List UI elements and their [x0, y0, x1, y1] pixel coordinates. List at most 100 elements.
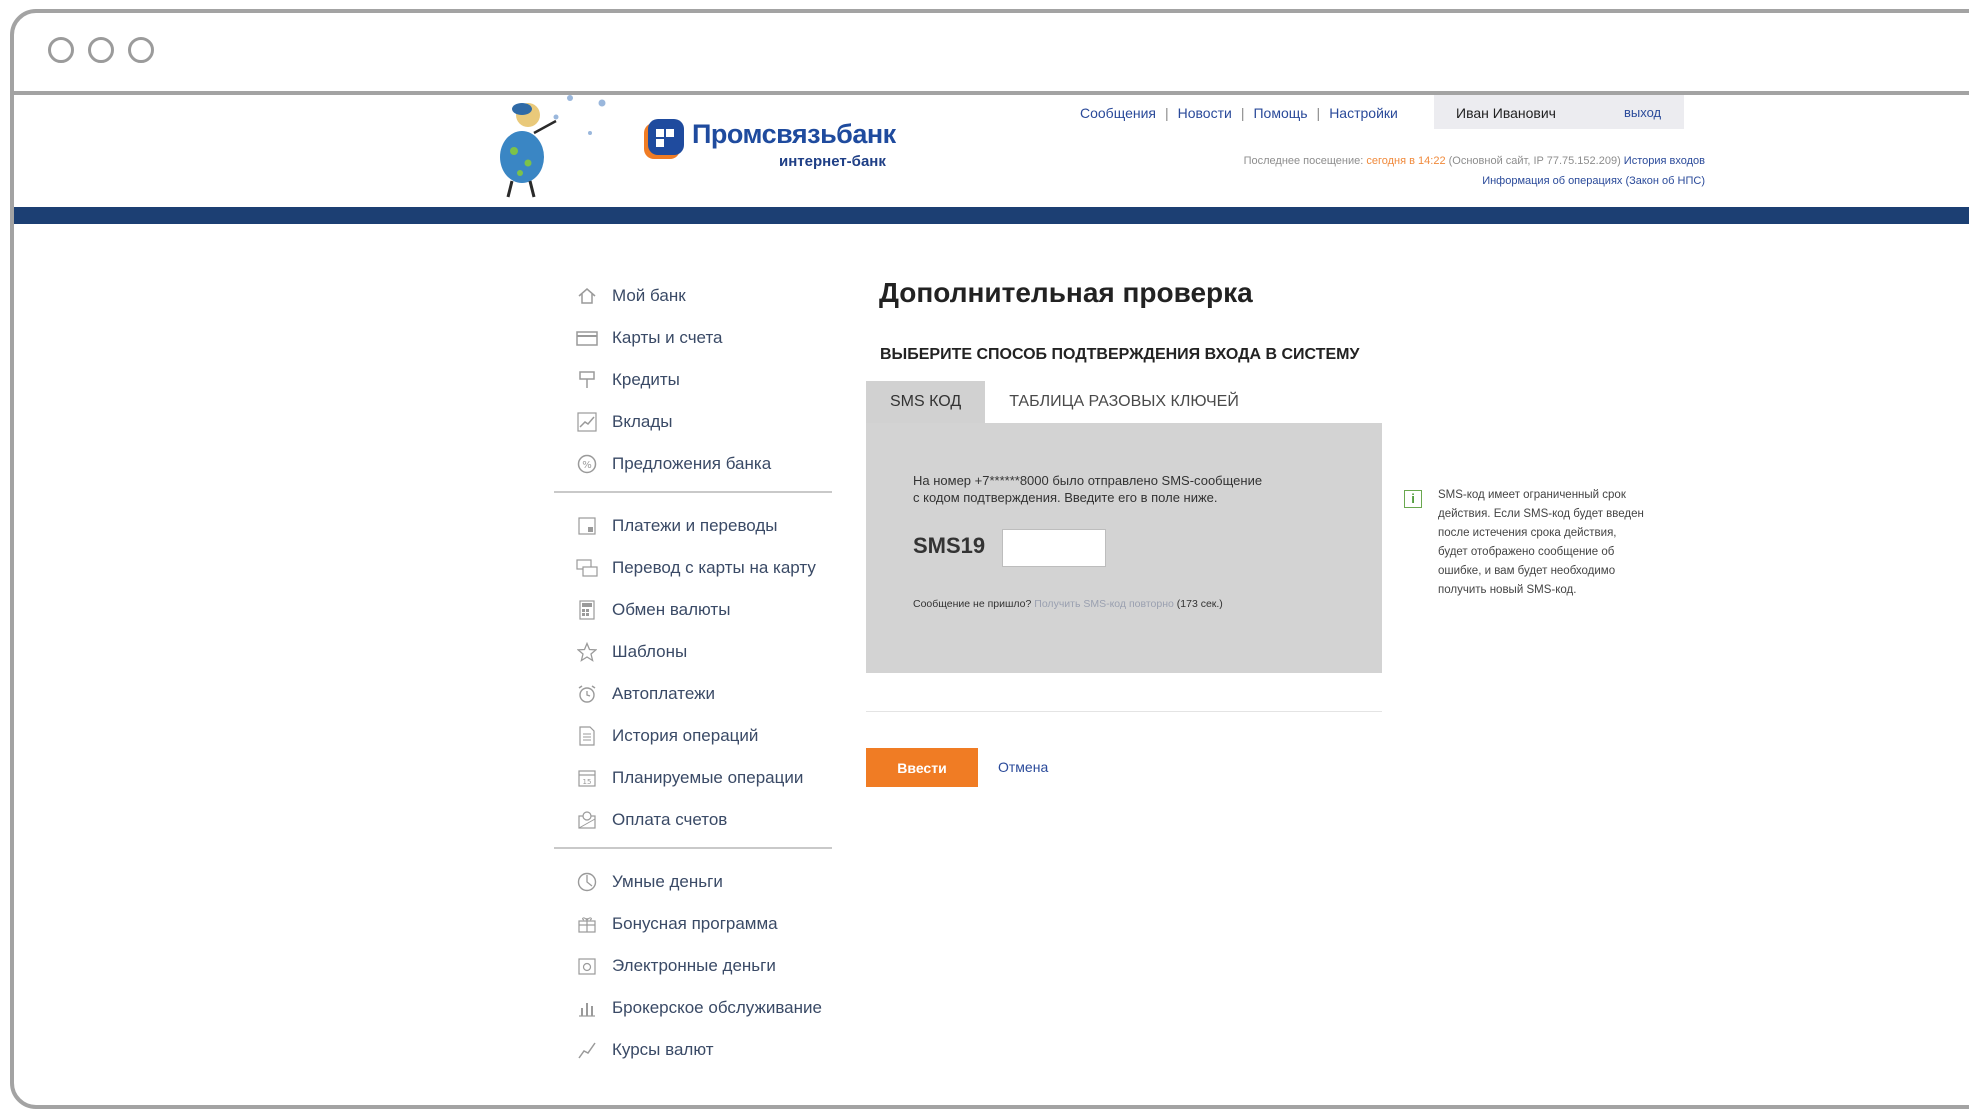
sidebar-item-deposits[interactable]: Вклады: [554, 401, 844, 443]
verification-tabs: SMS КОД ТАБЛИЦА РАЗОВЫХ КЛЮЧЕЙ: [866, 381, 1263, 423]
sms-message-line1: На номер +7******8000 было отправлено SM…: [913, 473, 1263, 488]
sidebar-divider: [554, 847, 832, 849]
sidebar-item-smart-money[interactable]: Умные деньги: [554, 861, 844, 903]
sms-code-label: SMS19: [913, 533, 986, 558]
resend-timer: (173 сек.): [1176, 598, 1223, 610]
sidebar-item-bonus[interactable]: Бонусная программа: [554, 903, 844, 945]
nav-help-link[interactable]: Помощь: [1253, 105, 1307, 121]
bank-name: Промсвязьбанк: [692, 119, 896, 149]
sms-code-input[interactable]: [1002, 529, 1106, 567]
header-bar: [14, 207, 1969, 224]
info-line: ошибке, и вам будет необходимо: [1438, 565, 1616, 577]
sidebar-item-label: История операций: [612, 726, 759, 745]
card-transfer-icon: [576, 557, 598, 579]
line-chart-icon: [576, 1039, 598, 1061]
window-minimize-button[interactable]: [88, 37, 114, 63]
document-icon: [576, 725, 598, 747]
info-line: SMS-код имеет ограниченный срок: [1438, 489, 1626, 501]
sidebar-item-currency-exchange[interactable]: Обмен валюты: [554, 589, 844, 631]
info-line: получить новый SMS-код.: [1438, 584, 1577, 596]
submit-button[interactable]: Ввести: [866, 748, 978, 787]
user-box: Иван Иванович выход: [1434, 95, 1684, 129]
sidebar-item-offers[interactable]: % Предложения банка: [554, 443, 844, 485]
sidebar-item-label: Перевод с карты на карту: [612, 558, 816, 577]
sidebar-item-label: Планируемые операции: [612, 768, 804, 787]
percent-icon: %: [576, 453, 598, 475]
sidebar-item-label: Бонусная программа: [612, 914, 778, 933]
home-icon: [576, 285, 598, 307]
info-line: действия. Если SMS-код будет введен: [1438, 508, 1644, 520]
calendar-icon: 15: [576, 767, 598, 789]
sidebar-item-currency-rates[interactable]: Курсы валют: [554, 1029, 844, 1071]
window-close-button[interactable]: [48, 37, 74, 63]
sidebar-item-autopayments[interactable]: Автоплатежи: [554, 673, 844, 715]
sidebar-divider: [554, 491, 832, 493]
sidebar-item-label: Вклады: [612, 412, 673, 431]
sidebar-menu: Мой банк Карты и счета Кредиты Вклады % П…: [554, 275, 844, 1071]
operations-info-link[interactable]: Информация об операциях (Закон об НПС): [1482, 175, 1705, 187]
sidebar-item-e-money[interactable]: Электронные деньги: [554, 945, 844, 987]
browser-window: Промсвязьбанк интернет-банк Сообщения | Но…: [10, 9, 1969, 1109]
wallet-icon: [576, 955, 598, 977]
section-subtitle: ВЫБЕРИТЕ СПОСОБ ПОДТВЕРЖДЕНИЯ ВХОДА В СИ…: [880, 346, 1360, 363]
window-maximize-button[interactable]: [128, 37, 154, 63]
sidebar-item-my-bank[interactable]: Мой банк: [554, 275, 844, 317]
sms-info-note: SMS-код имеет ограниченный срок действия…: [1438, 486, 1678, 600]
svg-text:15: 15: [583, 778, 592, 786]
nav-messages-link[interactable]: Сообщения: [1080, 105, 1156, 121]
resend-sms-link[interactable]: Получить SMS-код повторно: [1034, 598, 1174, 610]
payment-icon: [576, 515, 598, 537]
sidebar-item-label: Электронные деньги: [612, 956, 776, 975]
resend-row: Сообщение не пришло? Получить SMS-код по…: [913, 598, 1223, 610]
sidebar-item-cards[interactable]: Карты и счета: [554, 317, 844, 359]
last-visit-time: сегодня в 14:22: [1366, 155, 1446, 167]
sidebar-item-label: Предложения банка: [612, 454, 772, 473]
browser-titlebar: [14, 13, 1969, 95]
sidebar-item-credits[interactable]: Кредиты: [554, 359, 844, 401]
sidebar-item-label: Кредиты: [612, 370, 680, 389]
calculator-icon: [576, 599, 598, 621]
sidebar-item-label: Платежи и переводы: [612, 516, 778, 535]
sidebar-item-label: Оплата счетов: [612, 810, 728, 829]
sms-message-line2: с кодом подтверждения. Введите его в пол…: [913, 490, 1218, 505]
page-title: Дополнительная проверка: [879, 277, 1253, 308]
sidebar-item-label: Автоплатежи: [612, 684, 715, 703]
sidebar-item-history[interactable]: История операций: [554, 715, 844, 757]
alarm-clock-icon: [576, 683, 598, 705]
sidebar-item-label: Курсы валют: [612, 1040, 714, 1059]
sidebar-item-bills[interactable]: Оплата счетов: [554, 799, 844, 841]
logout-link[interactable]: выход: [1624, 105, 1661, 120]
sidebar-item-label: Умные деньги: [612, 872, 723, 891]
sidebar-item-templates[interactable]: Шаблоны: [554, 631, 844, 673]
sidebar-item-label: Карты и счета: [612, 328, 723, 347]
bill-icon: [576, 809, 598, 831]
credit-icon: [576, 369, 598, 391]
sidebar-item-payments[interactable]: Платежи и переводы: [554, 505, 844, 547]
info-icon: i: [1404, 490, 1422, 508]
sidebar-item-brokerage[interactable]: Брокерское обслуживание: [554, 987, 844, 1029]
divider: [866, 711, 1382, 712]
last-visit-details: (Основной сайт, IP 77.75.152.209): [1445, 155, 1624, 167]
mascot-illustration: [500, 95, 606, 198]
sidebar-item-label: Брокерское обслуживание: [612, 998, 822, 1017]
sidebar-item-label: Обмен валюты: [612, 600, 731, 619]
tab-one-time-keys[interactable]: ТАБЛИЦА РАЗОВЫХ КЛЮЧЕЙ: [985, 381, 1263, 423]
top-navigation: Сообщения | Новости | Помощь | Настройки: [1080, 105, 1398, 121]
resend-prefix: Сообщение не пришло?: [913, 598, 1035, 610]
nav-settings-link[interactable]: Настройки: [1329, 105, 1398, 121]
cancel-link[interactable]: Отмена: [998, 759, 1048, 775]
sidebar-item-card-transfer[interactable]: Перевод с карты на карту: [554, 547, 844, 589]
tab-sms-code[interactable]: SMS КОД: [866, 381, 986, 423]
info-line: после истечения срока действия,: [1438, 527, 1617, 539]
pie-clock-icon: [576, 871, 598, 893]
bank-logo-icon: [644, 119, 684, 159]
sidebar-item-planned[interactable]: 15 Планируемые операции: [554, 757, 844, 799]
sms-panel: На номер +7******8000 было отправлено SM…: [866, 423, 1382, 673]
user-name[interactable]: Иван Иванович: [1456, 105, 1556, 121]
page: Промсвязьбанк интернет-банк Сообщения | Но…: [14, 95, 1969, 1105]
gift-icon: [576, 913, 598, 935]
login-history-link[interactable]: История входов: [1624, 155, 1705, 167]
bar-chart-icon: [576, 997, 598, 1019]
svg-text:%: %: [582, 460, 592, 471]
nav-news-link[interactable]: Новости: [1178, 105, 1232, 121]
